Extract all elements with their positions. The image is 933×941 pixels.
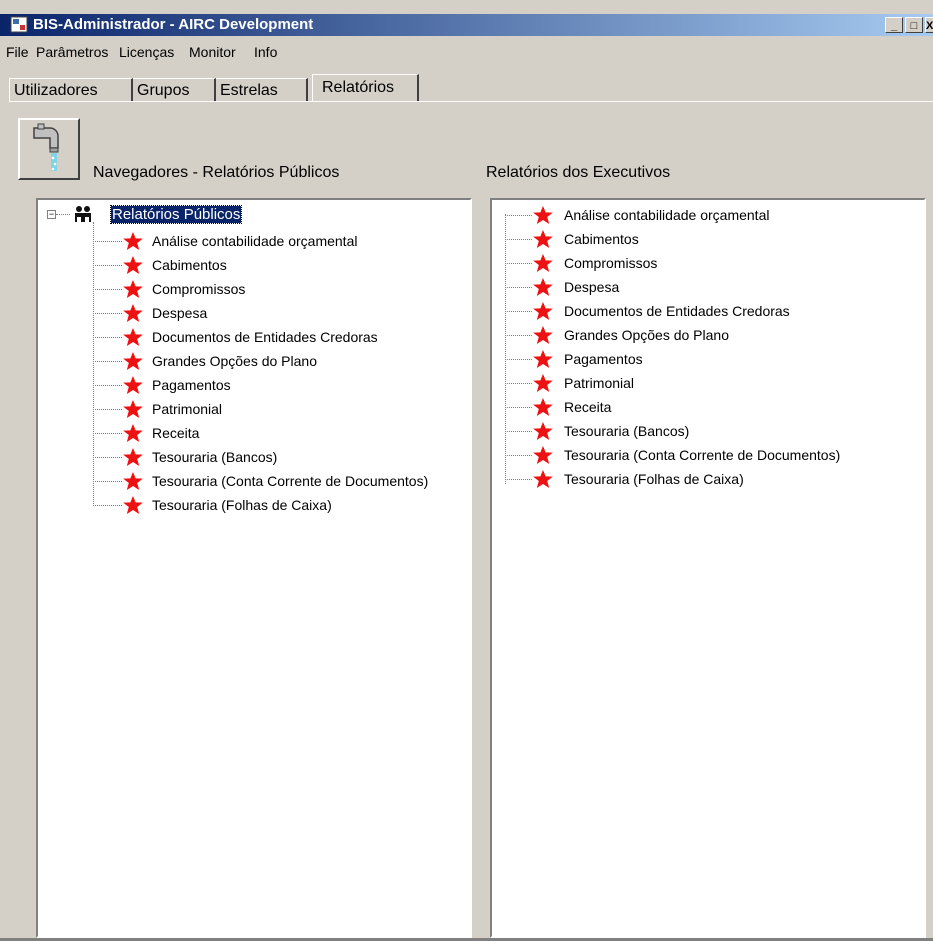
star-icon	[532, 445, 554, 465]
report-node-label: Tesouraria (Conta Corrente de Documentos…	[152, 473, 429, 489]
report-node-label: Tesouraria (Conta Corrente de Documentos…	[564, 447, 841, 463]
maximize-button[interactable]: □	[905, 17, 923, 33]
report-node-label: Análise contabilidade orçamental	[152, 233, 358, 249]
executive-reports-tree[interactable]: Análise contabilidade orçamental Cabiment…	[490, 198, 926, 938]
star-icon	[122, 423, 144, 443]
report-node-label: Compromissos	[564, 255, 658, 271]
faucet-icon	[33, 123, 59, 171]
menu-info[interactable]: Info	[254, 44, 277, 60]
report-node-label: Documentos de Entidades Credoras	[564, 303, 790, 319]
report-node-label: Grandes Opções do Plano	[152, 353, 317, 369]
menu-file[interactable]: File	[6, 44, 29, 60]
title-bar[interactable]: BIS-Administrador - AIRC Development _ □ X	[0, 14, 933, 36]
report-node-label: Tesouraria (Folhas de Caixa)	[564, 471, 744, 487]
report-node-label: Patrimonial	[152, 401, 223, 417]
star-icon	[532, 253, 554, 273]
tree-connector	[93, 289, 122, 290]
tab-estrelas[interactable]: Estrelas	[216, 78, 308, 102]
report-node-label: Patrimonial	[564, 375, 635, 391]
public-reports-tree[interactable]: − Relatórios Públicos Análise contabilid…	[36, 198, 472, 938]
report-node-label: Documentos de Entidades Credoras	[152, 329, 378, 345]
tree-connector	[93, 409, 122, 410]
tree-connector	[93, 337, 122, 338]
report-node-label: Despesa	[564, 279, 620, 295]
report-node-label: Compromissos	[152, 281, 246, 297]
report-node-label: Tesouraria (Bancos)	[152, 449, 278, 465]
tree-connector	[56, 214, 70, 215]
star-icon	[532, 349, 554, 369]
right-panel-title: Relatórios dos Executivos	[486, 164, 671, 181]
star-icon	[122, 495, 144, 515]
tree-connector	[505, 263, 532, 264]
report-node-label: Receita	[564, 399, 612, 415]
tree-connector	[505, 455, 532, 456]
tree-connector	[505, 311, 532, 312]
menu-parametros[interactable]: Parâmetros	[36, 44, 108, 60]
root-node-label[interactable]: Relatórios Públicos	[109, 205, 243, 224]
left-panel-title: Navegadores - Relatórios Públicos	[93, 164, 340, 181]
report-node-label: Pagamentos	[564, 351, 643, 367]
report-node-label: Tesouraria (Folhas de Caixa)	[152, 497, 332, 513]
star-icon	[122, 399, 144, 419]
tree-connector	[505, 479, 532, 480]
tab-grupos[interactable]: Grupos	[133, 78, 216, 102]
star-icon	[122, 447, 144, 467]
star-icon	[532, 373, 554, 393]
tree-connector	[505, 239, 532, 240]
tree-connector	[93, 361, 122, 362]
star-icon	[122, 255, 144, 275]
report-node-label: Grandes Opções do Plano	[564, 327, 729, 343]
report-node-label: Receita	[152, 425, 200, 441]
app-icon	[10, 16, 28, 33]
group-icon	[75, 206, 91, 222]
report-node-label: Cabimentos	[564, 231, 639, 247]
star-icon	[532, 205, 554, 225]
tab-relatorios[interactable]: Relatórios	[312, 74, 419, 102]
star-icon	[532, 301, 554, 321]
report-node-label: Tesouraria (Bancos)	[564, 423, 690, 439]
star-icon	[532, 421, 554, 441]
tree-connector	[93, 265, 122, 266]
star-icon	[532, 277, 554, 297]
menu-licencas[interactable]: Licenças	[119, 44, 174, 60]
tree-connector	[93, 385, 122, 386]
tree-connector	[505, 214, 506, 484]
collapse-icon[interactable]: −	[47, 210, 56, 219]
minimize-button[interactable]: _	[885, 17, 903, 33]
window-title: BIS-Administrador - AIRC Development	[33, 16, 314, 33]
tree-connector	[93, 241, 122, 242]
report-node-label: Análise contabilidade orçamental	[564, 207, 770, 223]
tree-connector	[93, 457, 122, 458]
tab-panel-border	[9, 101, 933, 102]
tree-connector	[505, 431, 532, 432]
report-node-label: Cabimentos	[152, 257, 227, 273]
faucet-button[interactable]	[18, 118, 80, 180]
report-node-label: Despesa	[152, 305, 208, 321]
close-button[interactable]: X	[925, 17, 933, 33]
tree-connector	[505, 407, 532, 408]
tree-connector	[505, 287, 532, 288]
tree-connector	[505, 335, 532, 336]
tree-connector	[505, 215, 532, 216]
star-icon	[122, 303, 144, 323]
tree-connector	[505, 359, 532, 360]
star-icon	[532, 325, 554, 345]
tree-connector	[93, 313, 122, 314]
tree-connector	[505, 383, 532, 384]
star-icon	[122, 279, 144, 299]
star-icon	[532, 397, 554, 417]
star-icon	[122, 471, 144, 491]
star-icon	[122, 375, 144, 395]
star-icon	[122, 327, 144, 347]
report-node-label: Pagamentos	[152, 377, 231, 393]
tab-utilizadores[interactable]: Utilizadores	[9, 78, 133, 102]
menu-monitor[interactable]: Monitor	[189, 44, 236, 60]
tree-connector	[93, 433, 122, 434]
star-icon	[122, 231, 144, 251]
tree-connector	[93, 505, 122, 506]
star-icon	[532, 229, 554, 249]
tree-connector	[93, 481, 122, 482]
star-icon	[122, 351, 144, 371]
star-icon	[532, 469, 554, 489]
